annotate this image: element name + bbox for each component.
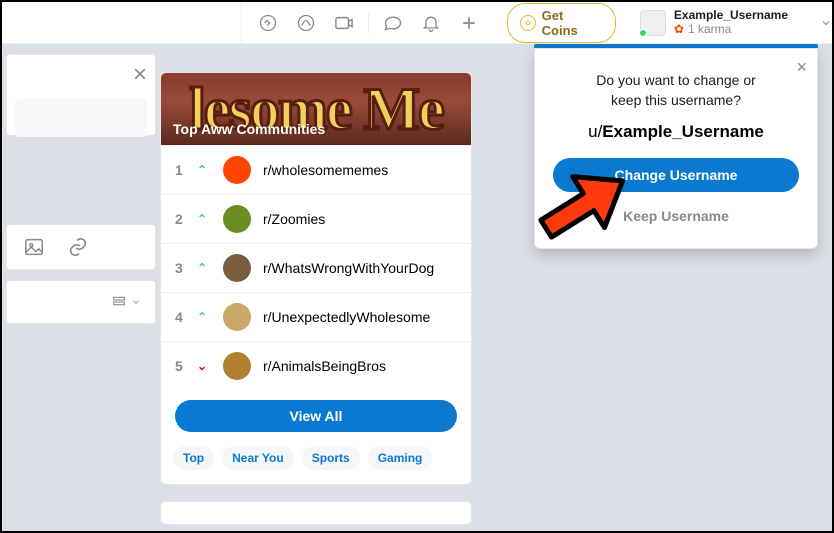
get-coins-button[interactable]: Get Coins bbox=[507, 3, 616, 43]
user-avatar bbox=[640, 10, 666, 36]
popup-question-line1: Do you want to change or bbox=[596, 72, 756, 88]
user-name-label: Example_Username bbox=[674, 9, 788, 22]
create-post-icon[interactable] bbox=[455, 9, 483, 37]
community-row[interactable]: 3 ⌃ r/WhatsWrongWithYourDog bbox=[161, 243, 471, 292]
community-row[interactable]: 5 ⌄ r/AnimalsBeingBros bbox=[161, 341, 471, 390]
karma-icon: ✿ bbox=[674, 23, 684, 36]
community-row[interactable]: 2 ⌃ r/Zoomies bbox=[161, 194, 471, 243]
popup-question-line2: keep this username? bbox=[611, 92, 741, 108]
sort-dropdown[interactable] bbox=[111, 294, 141, 310]
community-rank: 4 bbox=[175, 309, 185, 325]
live-icon[interactable] bbox=[330, 9, 358, 37]
close-icon[interactable]: × bbox=[133, 61, 147, 89]
popular-icon[interactable] bbox=[254, 9, 282, 37]
online-indicator bbox=[639, 29, 647, 37]
community-avatar bbox=[223, 205, 251, 233]
link-post-icon[interactable] bbox=[67, 236, 89, 258]
username-popup: × Do you want to change or keep this use… bbox=[534, 44, 818, 249]
popup-body: × Do you want to change or keep this use… bbox=[534, 48, 818, 249]
keep-username-button[interactable]: Keep Username bbox=[553, 202, 799, 230]
community-row[interactable]: 4 ⌃ r/UnexpectedlyWholesome bbox=[161, 292, 471, 341]
get-coins-label: Get Coins bbox=[542, 8, 603, 38]
all-icon[interactable] bbox=[292, 9, 320, 37]
category-chip[interactable]: Near You bbox=[222, 446, 294, 470]
chevron-down-icon bbox=[820, 17, 832, 29]
view-all-button[interactable]: View All bbox=[175, 400, 457, 432]
topbar-left-spacer bbox=[2, 2, 242, 44]
popup-username-prefix: u/ bbox=[588, 122, 602, 141]
category-chip[interactable]: Top bbox=[173, 446, 214, 470]
community-name: r/Zoomies bbox=[263, 211, 325, 227]
user-menu[interactable]: Example_Username ✿ 1 karma bbox=[640, 9, 832, 35]
community-avatar bbox=[223, 352, 251, 380]
community-rank: 3 bbox=[175, 260, 185, 276]
communities-list: 1 ⌃ r/wholesomememes 2 ⌃ r/Zoomies 3 ⌃ r/WhatsWr… bbox=[161, 145, 471, 390]
community-rank: 1 bbox=[175, 162, 185, 178]
popup-close-icon[interactable]: × bbox=[796, 57, 807, 78]
trend-up-icon: ⌃ bbox=[197, 163, 211, 177]
coin-icon bbox=[520, 15, 536, 31]
topbar: Get Coins Example_Username ✿ 1 karma bbox=[2, 2, 832, 44]
post-type-card bbox=[6, 224, 156, 270]
category-chip-row: Top Near You Sports Gaming bbox=[161, 442, 471, 484]
communities-banner: lesome Me Top Aww Communities bbox=[161, 73, 471, 145]
trend-down-icon: ⌄ bbox=[197, 359, 211, 373]
community-name: r/AnimalsBeingBros bbox=[263, 358, 386, 374]
left-column: × bbox=[2, 44, 160, 531]
community-avatar bbox=[223, 303, 251, 331]
community-avatar bbox=[223, 156, 251, 184]
community-name: r/UnexpectedlyWholesome bbox=[263, 309, 430, 325]
trend-up-icon: ⌃ bbox=[197, 310, 211, 324]
image-post-icon[interactable] bbox=[23, 236, 45, 258]
category-chip[interactable]: Gaming bbox=[368, 446, 433, 470]
user-karma-label: 1 karma bbox=[688, 23, 731, 36]
trend-up-icon: ⌃ bbox=[197, 261, 211, 275]
topbar-icon-group bbox=[242, 9, 495, 37]
middle-column: lesome Me Top Aww Communities 1 ⌃ r/wholes… bbox=[160, 44, 472, 531]
premium-card-stub bbox=[160, 501, 472, 525]
sort-card bbox=[6, 280, 156, 324]
user-karma-row: ✿ 1 karma bbox=[674, 23, 788, 36]
chat-icon[interactable] bbox=[379, 9, 407, 37]
category-chip[interactable]: Sports bbox=[302, 446, 360, 470]
notifications-icon[interactable] bbox=[417, 9, 445, 37]
skeleton-block bbox=[15, 99, 147, 137]
communities-banner-title: Top Aww Communities bbox=[173, 121, 325, 137]
popup-username-value: Example_Username bbox=[602, 122, 764, 141]
community-name: r/wholesomememes bbox=[263, 162, 388, 178]
trend-up-icon: ⌃ bbox=[197, 212, 211, 226]
popup-username: u/Example_Username bbox=[553, 122, 799, 142]
popup-question: Do you want to change or keep this usern… bbox=[553, 71, 799, 110]
user-info: Example_Username ✿ 1 karma bbox=[674, 9, 788, 35]
divider bbox=[368, 13, 369, 33]
community-avatar bbox=[223, 254, 251, 282]
community-rank: 5 bbox=[175, 358, 185, 374]
left-banner-card: × bbox=[6, 54, 156, 136]
community-row[interactable]: 1 ⌃ r/wholesomememes bbox=[161, 145, 471, 194]
community-rank: 2 bbox=[175, 211, 185, 227]
top-communities-card: lesome Me Top Aww Communities 1 ⌃ r/wholes… bbox=[160, 72, 472, 485]
change-username-button[interactable]: Change Username bbox=[553, 158, 799, 192]
community-name: r/WhatsWrongWithYourDog bbox=[263, 260, 434, 276]
